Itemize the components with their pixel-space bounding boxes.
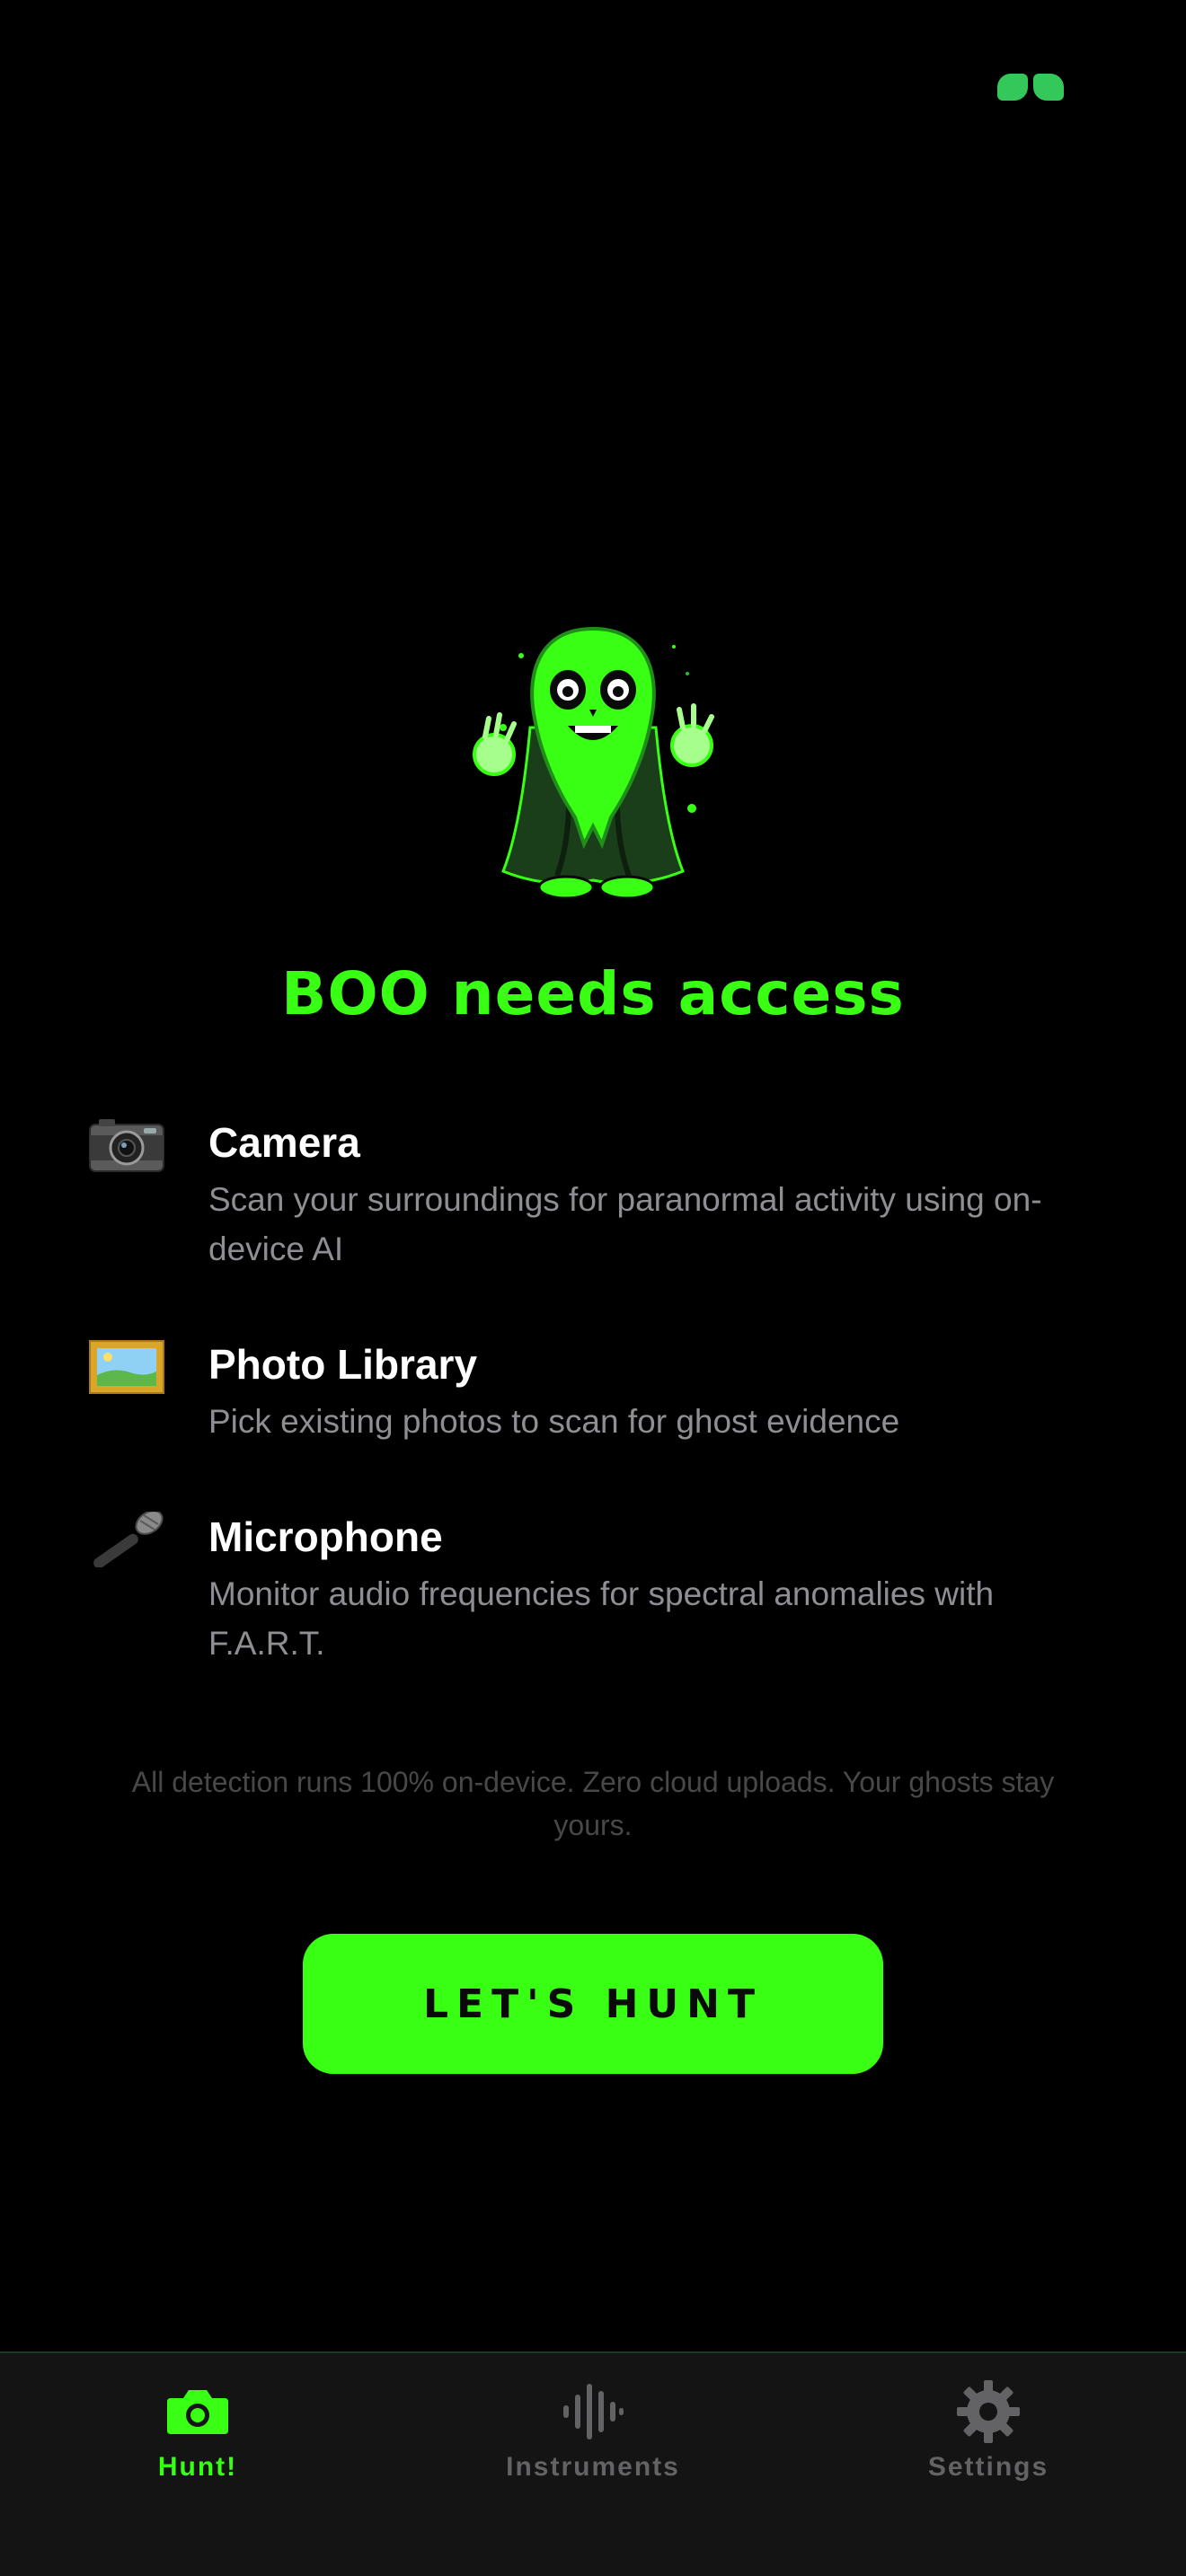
tab-label: Instruments	[506, 2452, 680, 2482]
microphone-icon	[93, 1512, 164, 1567]
lets-hunt-button[interactable]: LET'S HUNT	[303, 1934, 883, 2074]
camera-icon	[162, 2380, 234, 2443]
tab-bar: Hunt! Instruments Settings	[0, 2351, 1186, 2576]
permission-description: Scan your surroundings for paranormal ac…	[208, 1181, 1042, 1267]
permission-title: Photo Library	[208, 1341, 478, 1388]
ghost-mascot-icon	[473, 626, 714, 900]
permission-description: Pick existing photos to scan for ghost e…	[208, 1403, 900, 1440]
page-title: BOO needs access	[281, 959, 905, 1028]
gear-icon	[952, 2380, 1024, 2443]
privacy-note: All detection runs 100% on-device. Zero …	[131, 1766, 1055, 1841]
tab-settings[interactable]: Settings	[854, 2380, 1123, 2497]
permission-item-camera: Camera Scan your surroundings for parano…	[88, 1117, 1112, 1274]
waveform-icon	[557, 2380, 629, 2443]
permission-screen: BOO needs access Camera Scan your surrou…	[0, 0, 1186, 2576]
tab-label: Settings	[927, 2452, 1049, 2482]
camera-icon	[89, 1119, 164, 1172]
permission-description: Monitor audio frequencies for spectral a…	[208, 1575, 995, 1662]
tab-instruments[interactable]: Instruments	[458, 2380, 728, 2497]
permission-item-photo-library: Photo Library Pick existing photos to sc…	[88, 1339, 1112, 1446]
tab-hunt[interactable]: Hunt!	[63, 2380, 332, 2497]
framed-picture-icon	[89, 1340, 164, 1394]
bracket-pair-icon	[997, 72, 1066, 102]
permission-item-microphone: Microphone Monitor audio frequencies for…	[88, 1512, 1112, 1668]
permission-title: Camera	[208, 1119, 360, 1166]
permission-title: Microphone	[208, 1513, 443, 1560]
tab-label: Hunt!	[157, 2452, 238, 2482]
